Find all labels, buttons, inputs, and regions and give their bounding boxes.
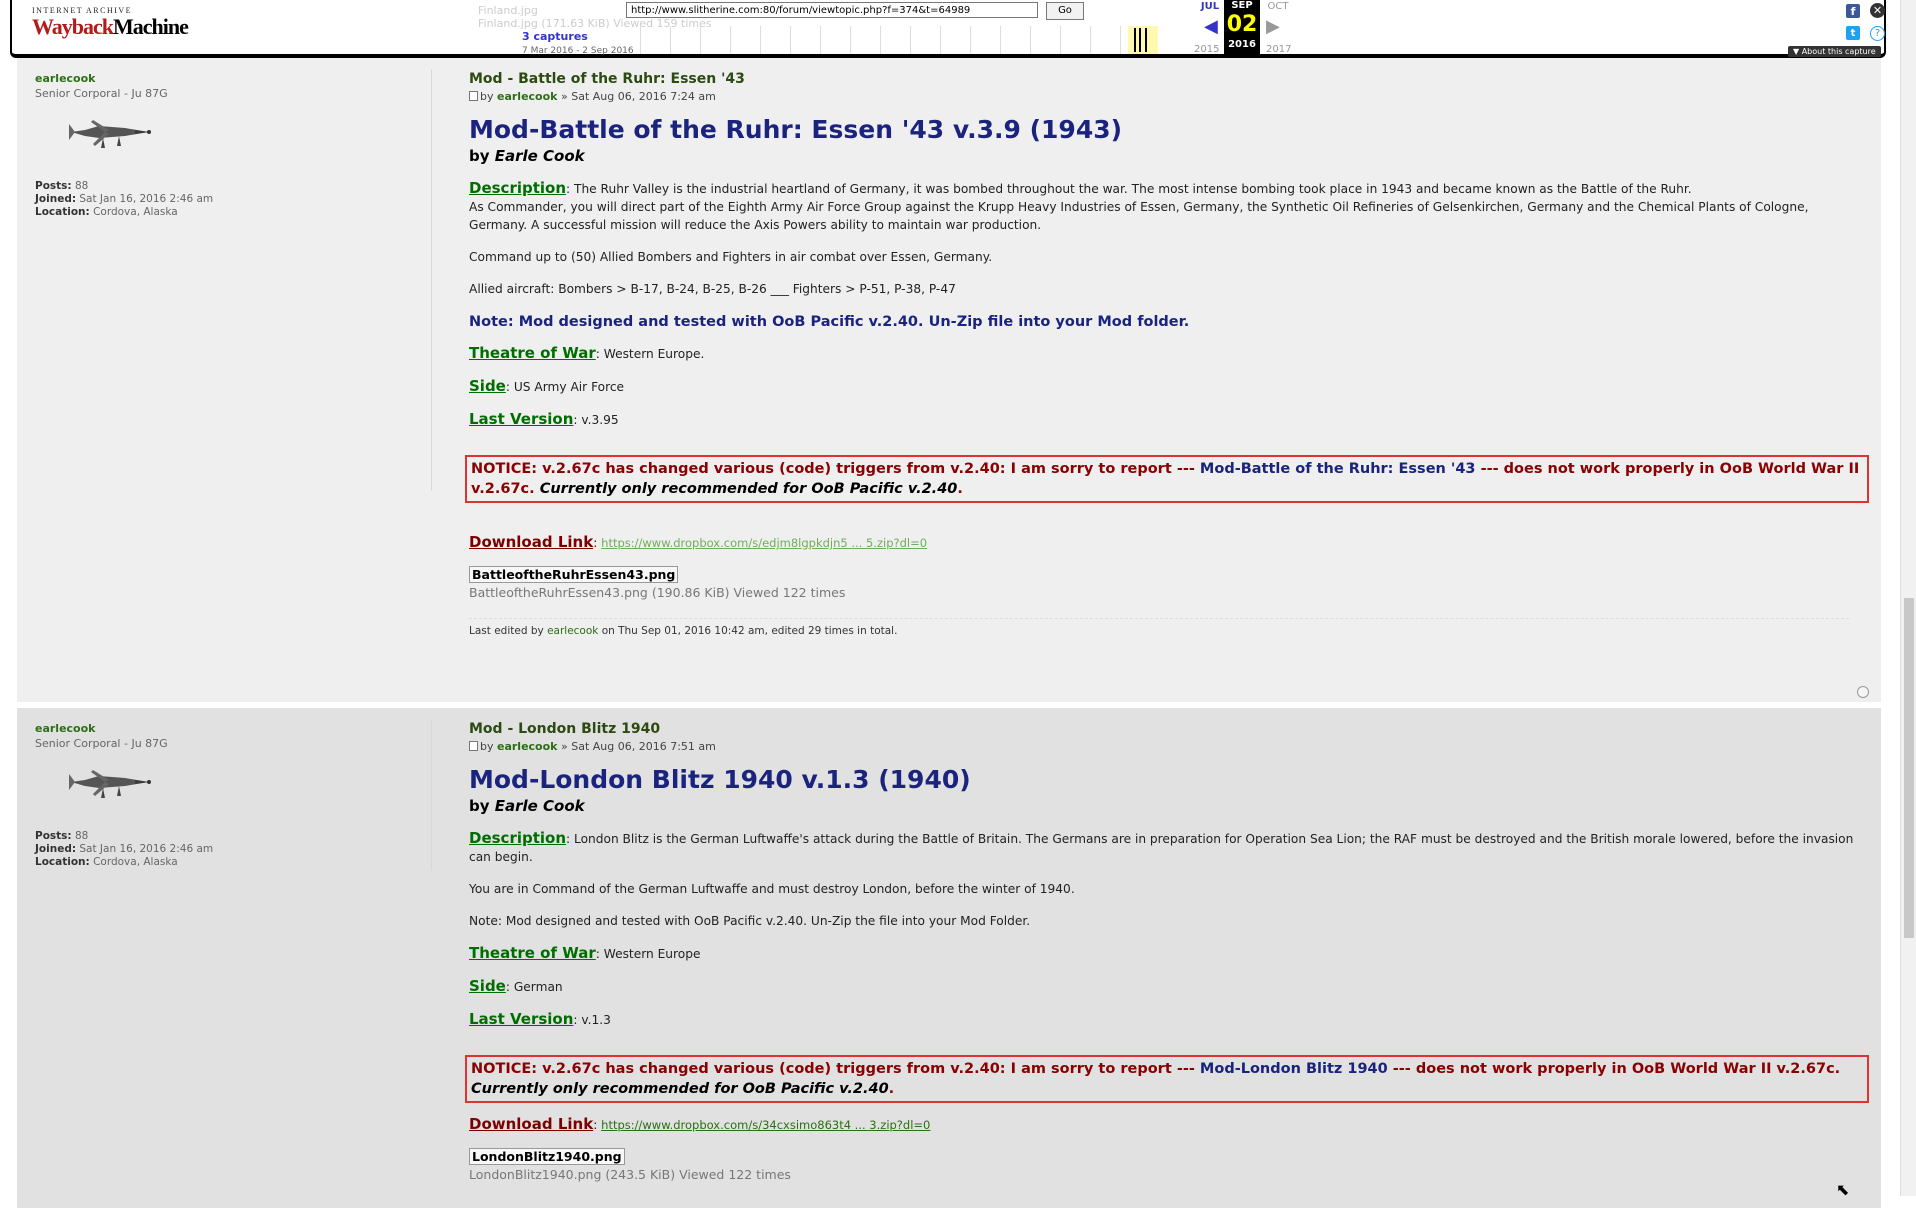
profile-rank: Senior Corporal - Ju 87G xyxy=(35,87,168,100)
forum-post: earlecook Senior Corporal - Ju 87G Posts… xyxy=(17,58,1881,702)
capture-bar[interactable] xyxy=(1134,28,1136,52)
paragraph: Command up to (50) Allied Bombers and Fi… xyxy=(469,250,993,264)
download-link[interactable]: https://www.dropbox.com/s/edjm8lgpkdjn5 … xyxy=(601,536,927,550)
back-to-top-icon[interactable] xyxy=(1857,686,1869,698)
by-author: by Earle Cook xyxy=(469,147,585,165)
help-icon[interactable]: ? xyxy=(1870,26,1885,41)
download-section: Download Link: https://www.dropbox.com/s… xyxy=(469,533,928,551)
profile-username-link[interactable]: earlecook xyxy=(35,72,435,85)
post-content: Mod - Battle of the Ruhr: Essen '43 by e… xyxy=(465,71,1869,637)
profile-rank: Senior Corporal - Ju 87G xyxy=(35,737,168,750)
wayback-toolbar: INTERNET ARCHIVE WaybackMachine Finland.… xyxy=(10,0,1886,58)
post-content: Mod - London Blitz 1940 by earlecook » S… xyxy=(465,721,1869,1182)
twitter-icon[interactable]: t xyxy=(1846,26,1860,40)
post-byline: by earlecook » Sat Aug 06, 2016 7:24 am xyxy=(469,90,1869,103)
edited-user-link[interactable]: earlecook xyxy=(547,625,598,637)
next-month-label: OCT xyxy=(1267,1,1289,12)
paragraph: You are in Command of the German Luftwaf… xyxy=(469,882,1075,896)
wayback-url-input[interactable] xyxy=(626,2,1038,18)
post-subject-link[interactable]: Mod - Battle of the Ruhr: Essen '43 xyxy=(469,71,1869,87)
prev-year-label: 2015 xyxy=(1194,44,1220,55)
theatre-section: Theatre of War: Western Europe xyxy=(469,944,701,962)
author-link[interactable]: earlecook xyxy=(497,740,558,753)
description-section: Description: London Blitz is the German … xyxy=(469,829,1854,864)
version-section: Last Version: v.1.3 xyxy=(469,1010,611,1028)
side-section: Side: US Army Air Force xyxy=(469,377,625,395)
captures-range: 7 Mar 2016 - 2 Sep 2016 xyxy=(522,46,634,56)
description-section: Description: The Ruhr Valley is the indu… xyxy=(469,179,1809,232)
profile-divider xyxy=(431,720,432,870)
attachment-link[interactable]: LondonBlitz1940.png xyxy=(469,1148,625,1165)
download-link[interactable]: https://www.dropbox.com/s/34cxsimo863t4 … xyxy=(601,1118,930,1132)
edited-note: Last edited by earlecook on Thu Sep 01, … xyxy=(469,618,1849,637)
mod-title: Mod-London Blitz 1940 v.1.3 (1940) xyxy=(469,765,971,794)
compatibility-notice: NOTICE: v.2.67c has changed various (cod… xyxy=(465,1055,1869,1103)
captures-link[interactable]: 3 captures xyxy=(522,30,588,43)
attachment-info: LondonBlitz1940.png (243.5 KiB) Viewed 1… xyxy=(469,1167,791,1182)
prev-capture-arrow-icon[interactable]: ◀ xyxy=(1204,16,1218,37)
paragraph: Allied aircraft: Bombers > B-17, B-24, B… xyxy=(469,282,956,296)
by-author: by Earle Cook xyxy=(469,797,585,815)
post-page-icon[interactable] xyxy=(469,741,478,751)
note-text: Note: Mod designed and tested with OoB P… xyxy=(469,314,1190,330)
post-byline: by earlecook » Sat Aug 06, 2016 7:51 am xyxy=(469,740,1869,753)
about-capture-button[interactable]: ▼ About this capture xyxy=(1788,46,1881,57)
post-page-icon[interactable] xyxy=(469,91,478,101)
wayback-logo[interactable]: INTERNET ARCHIVE WaybackMachine xyxy=(32,6,189,39)
page-scrollbar[interactable] xyxy=(1900,0,1916,1196)
paragraph: Note: Mod designed and tested with OoB P… xyxy=(469,914,1031,928)
capture-bar[interactable] xyxy=(1145,28,1147,52)
facebook-icon[interactable]: f xyxy=(1846,4,1860,18)
logo-machine-text: Machine xyxy=(113,14,189,39)
post-subject-link[interactable]: Mod - London Blitz 1940 xyxy=(469,721,1869,737)
current-capture-date: SEP 02 2016 xyxy=(1224,0,1260,58)
profile-divider xyxy=(431,70,432,490)
forum-post: earlecook Senior Corporal - Ju 87G Posts… xyxy=(17,708,1881,1208)
mod-title: Mod-Battle of the Ruhr: Essen '43 v.3.9 … xyxy=(469,115,1123,144)
author-link[interactable]: earlecook xyxy=(497,90,558,103)
profile-username-link[interactable]: earlecook xyxy=(35,722,435,735)
attachment-info: BattleoftheRuhrEssen43.png (190.86 KiB) … xyxy=(469,585,846,600)
rank-plane-icon xyxy=(69,120,151,148)
theatre-section: Theatre of War: Western Europe. xyxy=(469,344,705,362)
download-section: Download Link: https://www.dropbox.com/s… xyxy=(469,1115,931,1133)
scrollbar-thumb[interactable] xyxy=(1904,598,1914,938)
rank-plane-icon xyxy=(69,770,151,798)
side-section: Side: German xyxy=(469,977,563,995)
post-profile: earlecook Senior Corporal - Ju 87G Posts… xyxy=(35,72,435,219)
next-capture-arrow-icon[interactable]: ▶ xyxy=(1266,16,1280,37)
attachment-link[interactable]: BattleoftheRuhrEssen43.png xyxy=(469,566,679,583)
version-section: Last Version: v.3.95 xyxy=(469,410,619,428)
next-year-label: 2017 xyxy=(1266,44,1292,55)
profile-stats: Posts: 88 Joined: Sat Jan 16, 2016 2:46 … xyxy=(35,180,214,218)
capture-sparkline[interactable] xyxy=(640,26,1168,54)
logo-wayback-text: Wayback xyxy=(32,14,114,39)
capture-bar[interactable] xyxy=(1139,28,1141,52)
post-profile: earlecook Senior Corporal - Ju 87G Posts… xyxy=(35,722,435,869)
profile-stats: Posts: 88 Joined: Sat Jan 16, 2016 2:46 … xyxy=(35,830,214,868)
close-icon[interactable]: ✕ xyxy=(1870,3,1885,18)
compatibility-notice: NOTICE: v.2.67c has changed various (cod… xyxy=(465,455,1869,503)
current-year-highlight xyxy=(1128,26,1158,54)
mouse-cursor-icon: ⬉ xyxy=(1836,1180,1850,1199)
wayback-go-button[interactable]: Go xyxy=(1046,2,1084,20)
